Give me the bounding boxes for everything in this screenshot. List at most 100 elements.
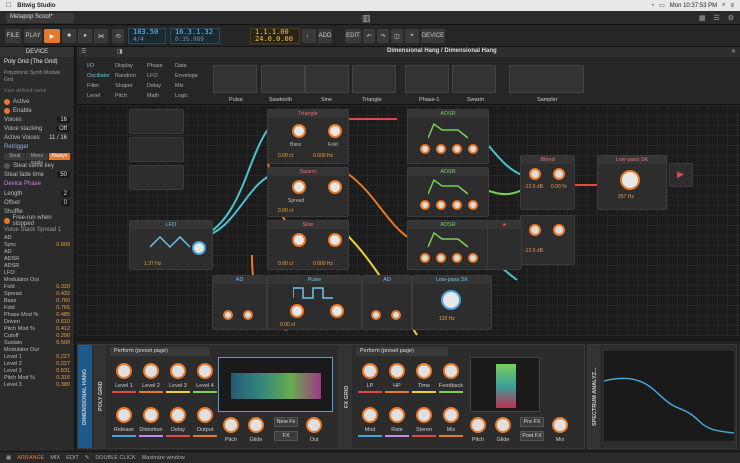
module-pitch-in[interactable] xyxy=(129,109,184,134)
browser-phase[interactable]: Phase xyxy=(147,61,163,71)
metronome-button[interactable]: ♩ xyxy=(302,29,316,43)
macro-knob[interactable] xyxy=(362,363,378,379)
sine-fold-knob[interactable] xyxy=(328,233,342,247)
play-label[interactable]: PLAY xyxy=(24,29,42,43)
modulator-row[interactable]: Level 1 0.227 xyxy=(0,354,74,361)
fx-mix-knob[interactable] xyxy=(552,417,568,433)
adsr3-a-knob[interactable] xyxy=(420,253,430,263)
record-button[interactable]: ● xyxy=(78,29,92,43)
macro-knob[interactable] xyxy=(443,363,459,379)
module-ad-2[interactable]: AD xyxy=(362,275,412,330)
close-icon[interactable]: ✕ xyxy=(731,48,736,55)
offset-value[interactable]: 0 xyxy=(60,199,70,206)
add-button[interactable]: ADD xyxy=(318,29,332,43)
battery-icon[interactable]: ▭ xyxy=(659,2,665,9)
steal-fade-value[interactable]: 50 xyxy=(57,171,70,178)
device-button[interactable]: DEVICE xyxy=(421,29,445,43)
pre-fx-button[interactable]: Pre FX xyxy=(520,417,544,427)
new-fx-button[interactable]: New Fx xyxy=(274,417,298,427)
modulator-row[interactable]: Pitch Mod % 0.412 xyxy=(0,326,74,333)
macro-knob[interactable] xyxy=(170,363,186,379)
macro-knob[interactable] xyxy=(197,363,213,379)
settings-icon[interactable]: ⚙ xyxy=(728,14,734,22)
spectrum-display[interactable] xyxy=(604,351,734,441)
project-tab[interactable]: Metapop Scoot* xyxy=(6,13,74,23)
menu-icon[interactable]: ≡ xyxy=(730,3,734,9)
ad1-a-knob[interactable] xyxy=(223,310,233,320)
thumb-pulse[interactable] xyxy=(213,65,257,93)
lowpass2-cutoff-knob[interactable] xyxy=(441,290,461,310)
modulator-row[interactable]: Fold 0.320 xyxy=(0,284,74,291)
module-triangle[interactable]: Triangle Bass Fold 0.00 ct 0.000 Hz xyxy=(267,109,349,164)
undo-button[interactable]: ↶ xyxy=(363,29,375,43)
module-pulse[interactable]: Pulse 0.00 ct xyxy=(267,275,362,330)
retrigger-always[interactable]: Always xyxy=(48,153,70,160)
browser-shaper[interactable]: Shaper xyxy=(115,81,136,91)
poly-grid-label[interactable]: POLY GRID xyxy=(94,345,106,448)
macro-knob[interactable] xyxy=(116,363,132,379)
grid-view-icon[interactable]: ▦ xyxy=(699,14,706,22)
triangle-bass-knob[interactable] xyxy=(292,124,306,138)
browser-delay[interactable]: Delay xyxy=(147,81,163,91)
module-lowpass-2[interactable]: Low-pass SK 120 Hz xyxy=(412,275,492,330)
voices-value[interactable]: 16 xyxy=(57,116,70,123)
triangle-fold-knob[interactable] xyxy=(328,124,342,138)
modulator-row[interactable]: Driven 0.610 xyxy=(0,319,74,326)
spectrum-label[interactable]: SPECTRUM ANALYZ... xyxy=(588,345,600,448)
thumb-triangle[interactable] xyxy=(352,65,396,93)
thumb-sampler[interactable] xyxy=(509,65,584,93)
macro-knob[interactable] xyxy=(170,407,186,423)
macro-knob[interactable] xyxy=(443,407,459,423)
module-audio-out[interactable]: ▶ xyxy=(669,163,693,187)
module-gate-in[interactable] xyxy=(129,137,184,162)
blend1-knob-b[interactable] xyxy=(553,168,565,180)
ad2-d-knob[interactable] xyxy=(391,310,401,320)
adsr2-d-knob[interactable] xyxy=(436,200,446,210)
browser-envelope[interactable]: Envelope xyxy=(175,71,198,81)
tempo-display[interactable]: 103.50 4/4 xyxy=(128,28,166,44)
loop-display[interactable]: 1.1.1.00 24.0.0.00 xyxy=(250,28,300,44)
glide-knob[interactable] xyxy=(248,417,264,433)
grid-icon[interactable]: ▦ xyxy=(6,455,11,461)
modulator-row[interactable]: Sustain 0.500 xyxy=(0,340,74,347)
blend1-knob-a[interactable] xyxy=(529,168,541,180)
stop-button[interactable]: ■ xyxy=(62,29,76,43)
fx-grid-label[interactable]: FX GRID xyxy=(340,345,352,448)
macro-knob[interactable] xyxy=(389,407,405,423)
enable-toggle[interactable]: Enable xyxy=(0,106,74,115)
modulator-row[interactable]: AD xyxy=(0,235,74,242)
list-view-icon[interactable]: ☰ xyxy=(713,14,719,22)
module-blend-1[interactable]: Blend -12.0 dB 0.00 % xyxy=(520,155,575,210)
module-ad-1[interactable]: AD xyxy=(212,275,267,330)
edit-button[interactable]: EDIT xyxy=(345,29,361,43)
browser-toggle-icon[interactable]: ◨ xyxy=(117,48,123,55)
steal-same-key-toggle[interactable]: Steal same key xyxy=(0,161,74,170)
macro-knob[interactable] xyxy=(143,363,159,379)
sequencer-display[interactable] xyxy=(218,357,333,412)
automation-button[interactable]: ⋈ xyxy=(94,29,108,43)
macro-knob[interactable] xyxy=(143,407,159,423)
arrange-tab[interactable]: ARRANGE xyxy=(17,455,44,461)
modulator-row[interactable]: AD xyxy=(0,249,74,256)
clip-button[interactable]: ◫ xyxy=(391,29,403,43)
browser-io[interactable]: I/O xyxy=(87,61,110,71)
free-run-toggle[interactable]: Free-run when stopped xyxy=(0,215,74,227)
module-lfo[interactable]: LFO 1.37 Hz xyxy=(129,220,213,270)
pencil-icon[interactable]: ✎ xyxy=(85,455,90,461)
modulator-row[interactable]: Pitch Mod % 0.316 xyxy=(0,375,74,382)
ad2-a-knob[interactable] xyxy=(371,310,381,320)
browser-data[interactable]: Data xyxy=(175,61,198,71)
perform2-preset-dropdown[interactable]: Perform (preset page) xyxy=(356,347,448,356)
macro-knob[interactable] xyxy=(389,363,405,379)
module-swarm[interactable]: Swarm Spread 0.00 ct xyxy=(267,167,349,217)
thumb-sine[interactable] xyxy=(305,65,349,93)
editor-menu-icon[interactable]: ☰ xyxy=(81,48,86,55)
macro-knob[interactable] xyxy=(416,407,432,423)
module-adsr-1[interactable]: ADSR xyxy=(407,109,489,164)
retrigger-steal[interactable]: Steal xyxy=(4,153,26,160)
adsr1-a-knob[interactable] xyxy=(420,144,430,154)
fx-button[interactable]: FX xyxy=(274,431,298,441)
modulator-row[interactable]: LFO xyxy=(0,270,74,277)
active-toggle[interactable]: Active xyxy=(0,97,74,106)
module-lowpass-1[interactable]: Low-pass SK 257 Hz xyxy=(597,155,667,210)
